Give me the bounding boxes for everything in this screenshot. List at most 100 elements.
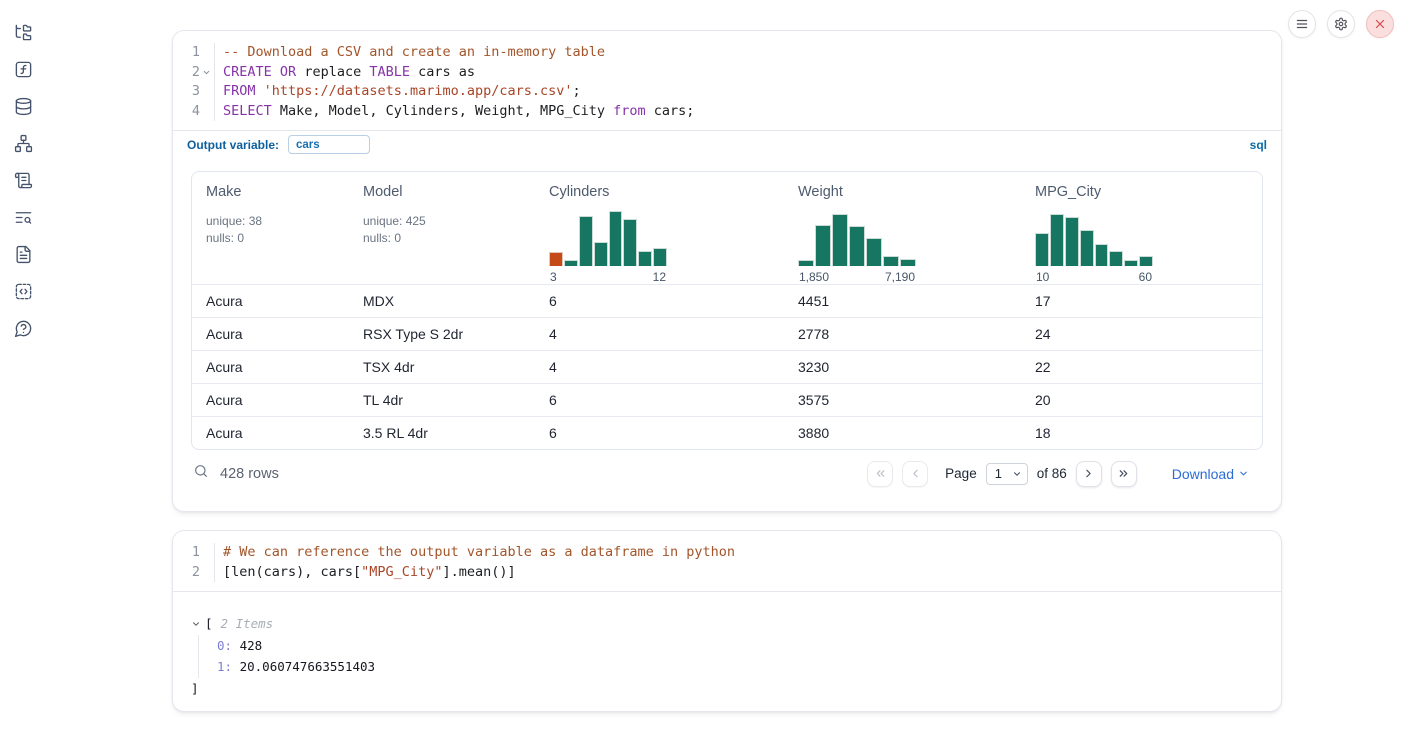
logs-search-icon[interactable]: [13, 207, 33, 227]
code-line: 2[len(cars), cars["MPG_City"].mean()]: [173, 563, 1281, 583]
table-row: AcuraTL 4dr6357520: [192, 383, 1262, 416]
download-button[interactable]: Download: [1172, 466, 1249, 482]
table-cell: 4451: [784, 293, 1021, 309]
table-cell: 4: [535, 326, 784, 342]
column-header: Cylinders 312: [535, 172, 784, 284]
python-code-editor[interactable]: 1# We can reference the output variable …: [173, 531, 1281, 591]
table-cell: 18: [1021, 425, 1262, 441]
histogram-bar: [594, 242, 608, 266]
table-row: Acura3.5 RL 4dr6388018: [192, 416, 1262, 449]
chevron-right-icon: [1082, 467, 1095, 480]
histogram-bar: [1139, 256, 1153, 266]
pagination: Page 1 of 86 Download: [867, 461, 1261, 487]
code-line: 3FROM 'https://datasets.marimo.app/cars.…: [173, 82, 1281, 102]
histogram-bar: [1050, 214, 1064, 267]
histogram-bar: [815, 225, 831, 267]
histogram-axis-labels: 312: [549, 270, 667, 284]
tree-items-count: 2 Items: [221, 613, 274, 635]
table-cell: Acura: [192, 425, 349, 441]
column-header-label[interactable]: Make: [206, 184, 241, 200]
page-select[interactable]: 1: [986, 463, 1028, 485]
code-line: 4SELECT Make, Model, Cylinders, Weight, …: [173, 102, 1281, 122]
column-header: MPG_City 1060: [1021, 172, 1262, 284]
column-histogram: 1,8507,190: [798, 211, 916, 284]
menu-icon: [1295, 17, 1309, 31]
documentation-icon[interactable]: [13, 244, 33, 264]
next-page-button[interactable]: [1076, 461, 1102, 487]
histogram-bar: [866, 238, 882, 267]
help-icon[interactable]: [13, 318, 33, 338]
file-explorer-icon[interactable]: [13, 22, 33, 42]
output-variable-bar: Output variable: sql: [173, 130, 1281, 158]
tree-open-bracket: [: [205, 613, 213, 635]
chevron-down-icon: [1238, 468, 1249, 479]
histogram-bar: [1095, 244, 1109, 266]
output-variable-label: Output variable:: [187, 138, 279, 152]
histogram-bar: [1035, 233, 1049, 266]
histogram-bar: [849, 226, 865, 267]
table-cell: Acura: [192, 392, 349, 408]
histogram-bar: [900, 259, 916, 267]
dependency-graph-icon[interactable]: [13, 133, 33, 153]
tree-entry-key: 1:: [217, 659, 232, 674]
column-header: Weight 1,8507,190: [784, 172, 1021, 284]
table-cell: Acura: [192, 359, 349, 375]
tree-collapse-chevron-icon[interactable]: [191, 619, 201, 629]
code-line: 1-- Download a CSV and create an in-memo…: [173, 43, 1281, 63]
column-histogram: 312: [549, 211, 667, 284]
sql-cell: 1-- Download a CSV and create an in-memo…: [172, 30, 1282, 512]
table-row: AcuraMDX6445117: [192, 284, 1262, 317]
table-cell: 3230: [784, 359, 1021, 375]
last-page-button[interactable]: [1111, 461, 1137, 487]
line-number: 3: [174, 82, 200, 102]
gear-icon: [1334, 17, 1348, 31]
table-footer: 428 rows Page 1 of 86: [191, 450, 1263, 497]
histogram-axis-labels: 1060: [1035, 270, 1153, 284]
column-header-label[interactable]: MPG_City: [1035, 184, 1101, 200]
page-label: Page: [945, 466, 977, 481]
cars-data-table: Makeunique: 38nulls: 0Modelunique: 425nu…: [191, 171, 1263, 450]
code-line: 2CREATE OR replace TABLE cars as: [173, 63, 1281, 83]
tree-entry-value: 20.060747663551403: [240, 659, 375, 674]
sql-output-zone: Makeunique: 38nulls: 0Modelunique: 425nu…: [173, 158, 1281, 497]
first-page-button[interactable]: [867, 461, 893, 487]
search-icon[interactable]: [193, 463, 209, 484]
column-header-label[interactable]: Cylinders: [549, 184, 609, 200]
shutdown-button[interactable]: [1366, 10, 1394, 38]
histogram-bar: [638, 251, 652, 266]
table-row: AcuraTSX 4dr4323022: [192, 350, 1262, 383]
line-number: 1: [174, 543, 200, 563]
output-variable-input[interactable]: [288, 135, 370, 154]
chevrons-right-icon: [1117, 467, 1130, 480]
histogram-bar: [653, 248, 667, 267]
histogram-bar: [623, 219, 637, 266]
database-icon[interactable]: [13, 96, 33, 116]
line-number: 1: [174, 43, 200, 63]
scratchpad-scroll-icon[interactable]: [13, 170, 33, 190]
menu-button[interactable]: [1288, 10, 1316, 38]
settings-button[interactable]: [1327, 10, 1355, 38]
line-number: 2: [174, 563, 200, 583]
histogram-bar: [832, 214, 848, 267]
histogram-bar: [564, 260, 578, 267]
table-cell: 3.5 RL 4dr: [349, 425, 535, 441]
table-cell: TSX 4dr: [349, 359, 535, 375]
table-cell: 3575: [784, 392, 1021, 408]
column-header-label[interactable]: Model: [363, 184, 403, 200]
table-cell: Acura: [192, 293, 349, 309]
prev-page-button[interactable]: [902, 461, 928, 487]
tree-entry: 0: 428: [217, 635, 1263, 657]
language-badge: sql: [1250, 138, 1267, 152]
histogram-bar: [1080, 230, 1094, 266]
column-header-label[interactable]: Weight: [798, 184, 843, 200]
fold-chevron-icon[interactable]: [200, 68, 213, 77]
sql-code-editor[interactable]: 1-- Download a CSV and create an in-memo…: [173, 31, 1281, 130]
left-sidebar: [0, 0, 46, 729]
tree-close-bracket: ]: [191, 678, 1263, 700]
table-cell: RSX Type S 2dr: [349, 326, 535, 342]
table-cell: 20: [1021, 392, 1262, 408]
column-histogram: 1060: [1035, 211, 1153, 284]
function-square-icon[interactable]: [13, 59, 33, 79]
snippets-icon[interactable]: [13, 281, 33, 301]
table-cell: 2778: [784, 326, 1021, 342]
